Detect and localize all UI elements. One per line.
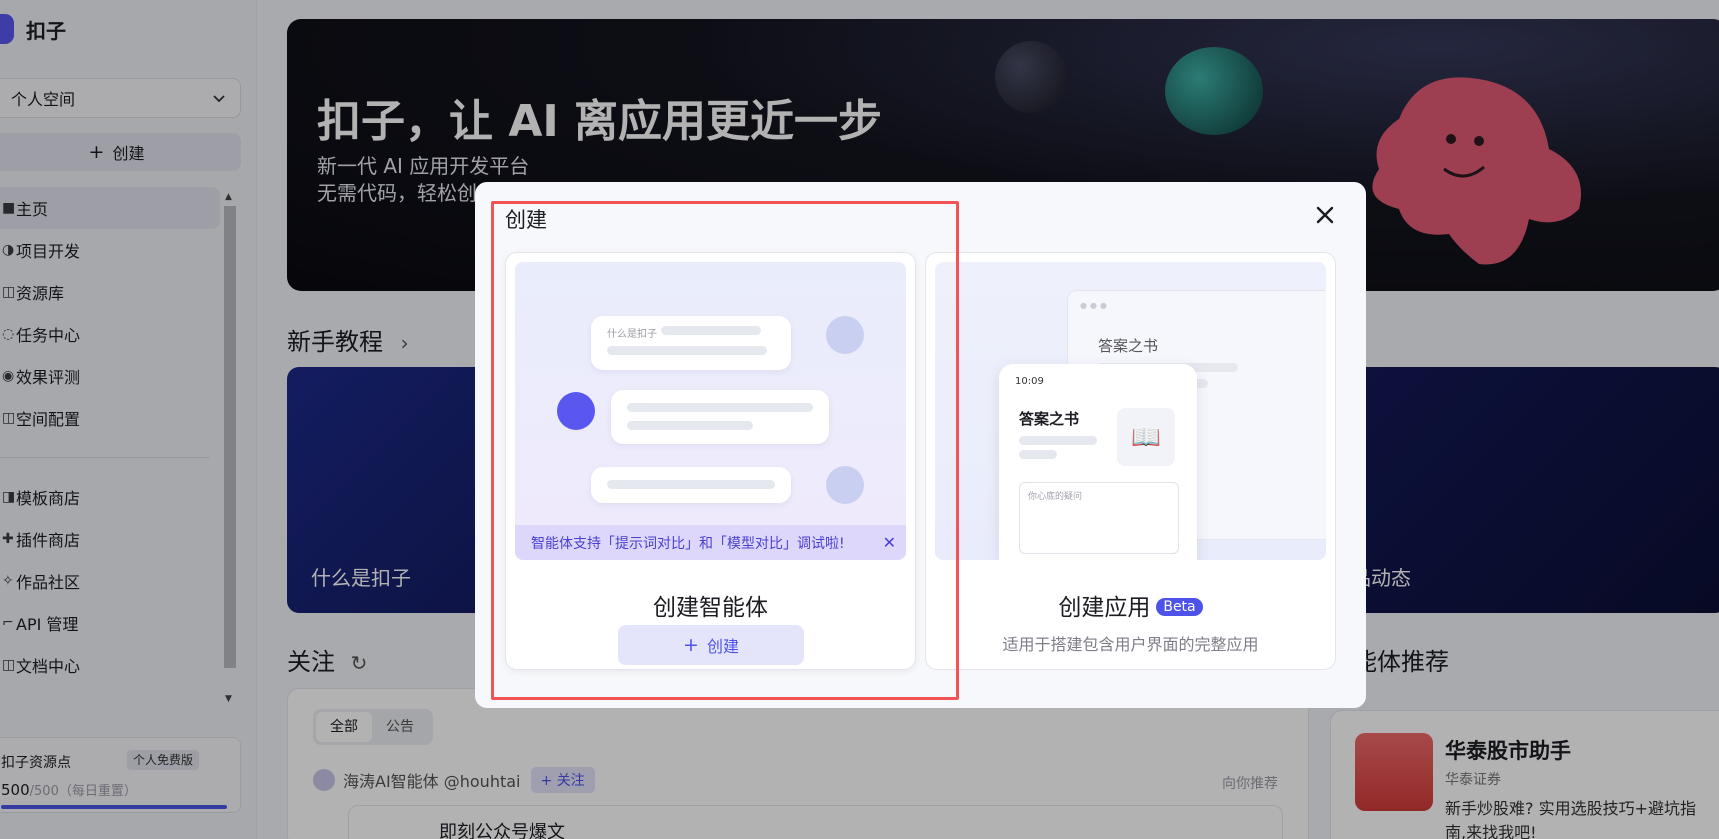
preview-app-name: 答案之书: [1019, 410, 1080, 428]
beta-badge: Beta: [1156, 597, 1203, 616]
book-icon: 📖: [1117, 408, 1175, 466]
preview-input: 你心底的疑问: [1019, 482, 1179, 554]
preview-time: 10:09: [1015, 376, 1044, 387]
app-card-title: 创建应用 Beta: [926, 588, 1335, 622]
window-dots-icon: ●●●: [1080, 301, 1110, 310]
app-card-desc: 适用于搭建包含用户界面的完整应用: [1002, 635, 1259, 654]
mobile-preview: 10:09 答案之书 📖 你心底的疑问: [999, 364, 1197, 560]
app-card-title-text: 创建应用: [1058, 595, 1151, 621]
close-button[interactable]: [1310, 200, 1340, 230]
close-icon: [1316, 206, 1334, 224]
preview-placeholder: 你心底的疑问: [1028, 492, 1083, 502]
app-preview: ●●● 答案之书 10:09 答案之书 📖 你心底的疑问: [935, 262, 1326, 560]
highlight-annotation-box: [491, 201, 959, 700]
preview-app-name-desktop: 答案之书: [1098, 337, 1159, 355]
create-app-card[interactable]: ●●● 答案之书 10:09 答案之书 📖 你心底的疑问 创建应用 Beta 适用…: [925, 252, 1336, 670]
